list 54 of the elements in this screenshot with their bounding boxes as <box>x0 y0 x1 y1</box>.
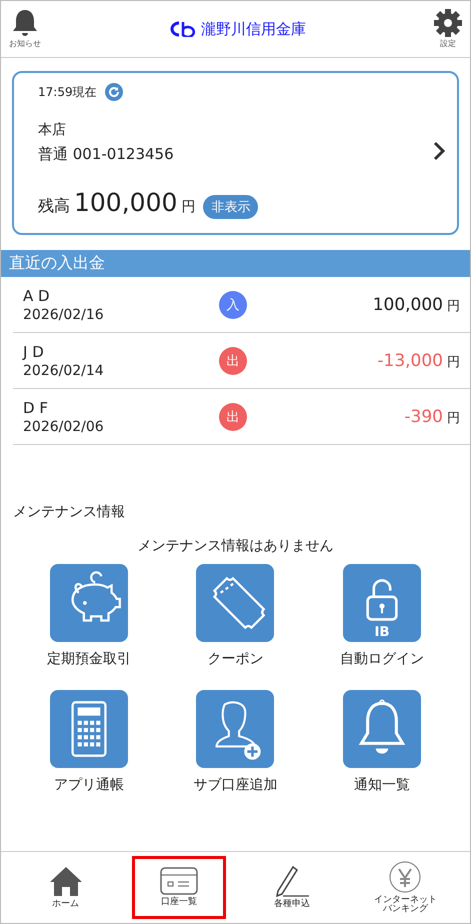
maintenance-title: メンテナンス情報 <box>13 503 126 521</box>
transaction-amount: -13,000 <box>377 350 443 370</box>
hide-button[interactable]: 非表示 <box>203 195 258 219</box>
logo-icon <box>169 21 197 37</box>
menu-tile[interactable]: 通知一覧 <box>308 689 455 795</box>
coupon-icon <box>196 564 274 642</box>
currency-unit: 円 <box>447 298 460 314</box>
card-icon <box>160 867 198 896</box>
bell-icon <box>342 690 421 768</box>
padlock-icon <box>366 579 398 621</box>
transaction-name: A D <box>23 286 51 304</box>
tab-bar-item[interactable]: 口座一覧 <box>132 856 226 919</box>
currency-unit: 円 <box>181 198 196 216</box>
transaction-amount: -390 <box>404 406 443 426</box>
menu-tile[interactable]: IB 自動ログイン <box>308 563 455 669</box>
icon-label: IB <box>374 624 390 640</box>
currency-unit: 円 <box>447 354 460 370</box>
notifications-button[interactable]: お知らせ <box>9 9 41 49</box>
menu-tile[interactable]: クーポン <box>162 563 309 669</box>
transaction-date: 2026/02/06 <box>23 418 105 434</box>
menu-tile[interactable]: 定期預金取引 <box>16 563 162 669</box>
menu-tile[interactable]: サブ口座追加 <box>162 689 309 795</box>
currency-unit: 円 <box>447 410 460 426</box>
timestamp: 17:59現在 <box>38 84 97 100</box>
transaction-name: J D <box>23 342 45 360</box>
pencil-icon <box>273 865 312 898</box>
maintenance-message: メンテナンス情報はありません <box>136 537 334 555</box>
transaction-type-badge: 出 <box>219 346 247 374</box>
account-number: 普通 001-0123456 <box>38 145 175 164</box>
balance-label: 残高 <box>38 196 70 217</box>
piggy-icon <box>50 564 128 642</box>
tab-bar-item[interactable]: ホーム <box>18 856 113 919</box>
account-card[interactable]: 17:59現在 本店 普通 001-0123456 残高 100,000 円 非表示 <box>12 71 459 235</box>
branch-name: 本店 <box>38 121 67 139</box>
refresh-icon[interactable] <box>104 83 123 101</box>
bank-name: 瀧野川信用金庫 <box>201 20 306 38</box>
tab-bar-item[interactable]: インターネット バンキング <box>358 856 452 919</box>
transaction-type-badge: 入 <box>219 290 247 318</box>
tab-bar-item[interactable]: 各種申込 <box>245 856 340 919</box>
menu-tile[interactable]: アプリ通帳 <box>16 689 162 795</box>
person-icon <box>196 690 274 768</box>
chevron-right-icon <box>433 141 445 161</box>
transaction-type-badge: 出 <box>219 402 247 430</box>
section-header: 直近の入出金 <box>1 250 470 277</box>
home-icon <box>48 865 84 898</box>
balance-amount: 100,000 <box>74 188 178 217</box>
bell-icon <box>12 9 38 37</box>
transaction-name: D F <box>23 398 49 416</box>
transaction-date: 2026/02/16 <box>23 306 105 322</box>
yen-icon <box>389 860 422 893</box>
transaction-date: 2026/02/14 <box>23 362 105 378</box>
settings-button[interactable]: 設定 <box>434 9 462 49</box>
calculator-icon <box>50 690 128 768</box>
transaction-amount: 100,000 <box>372 294 443 314</box>
